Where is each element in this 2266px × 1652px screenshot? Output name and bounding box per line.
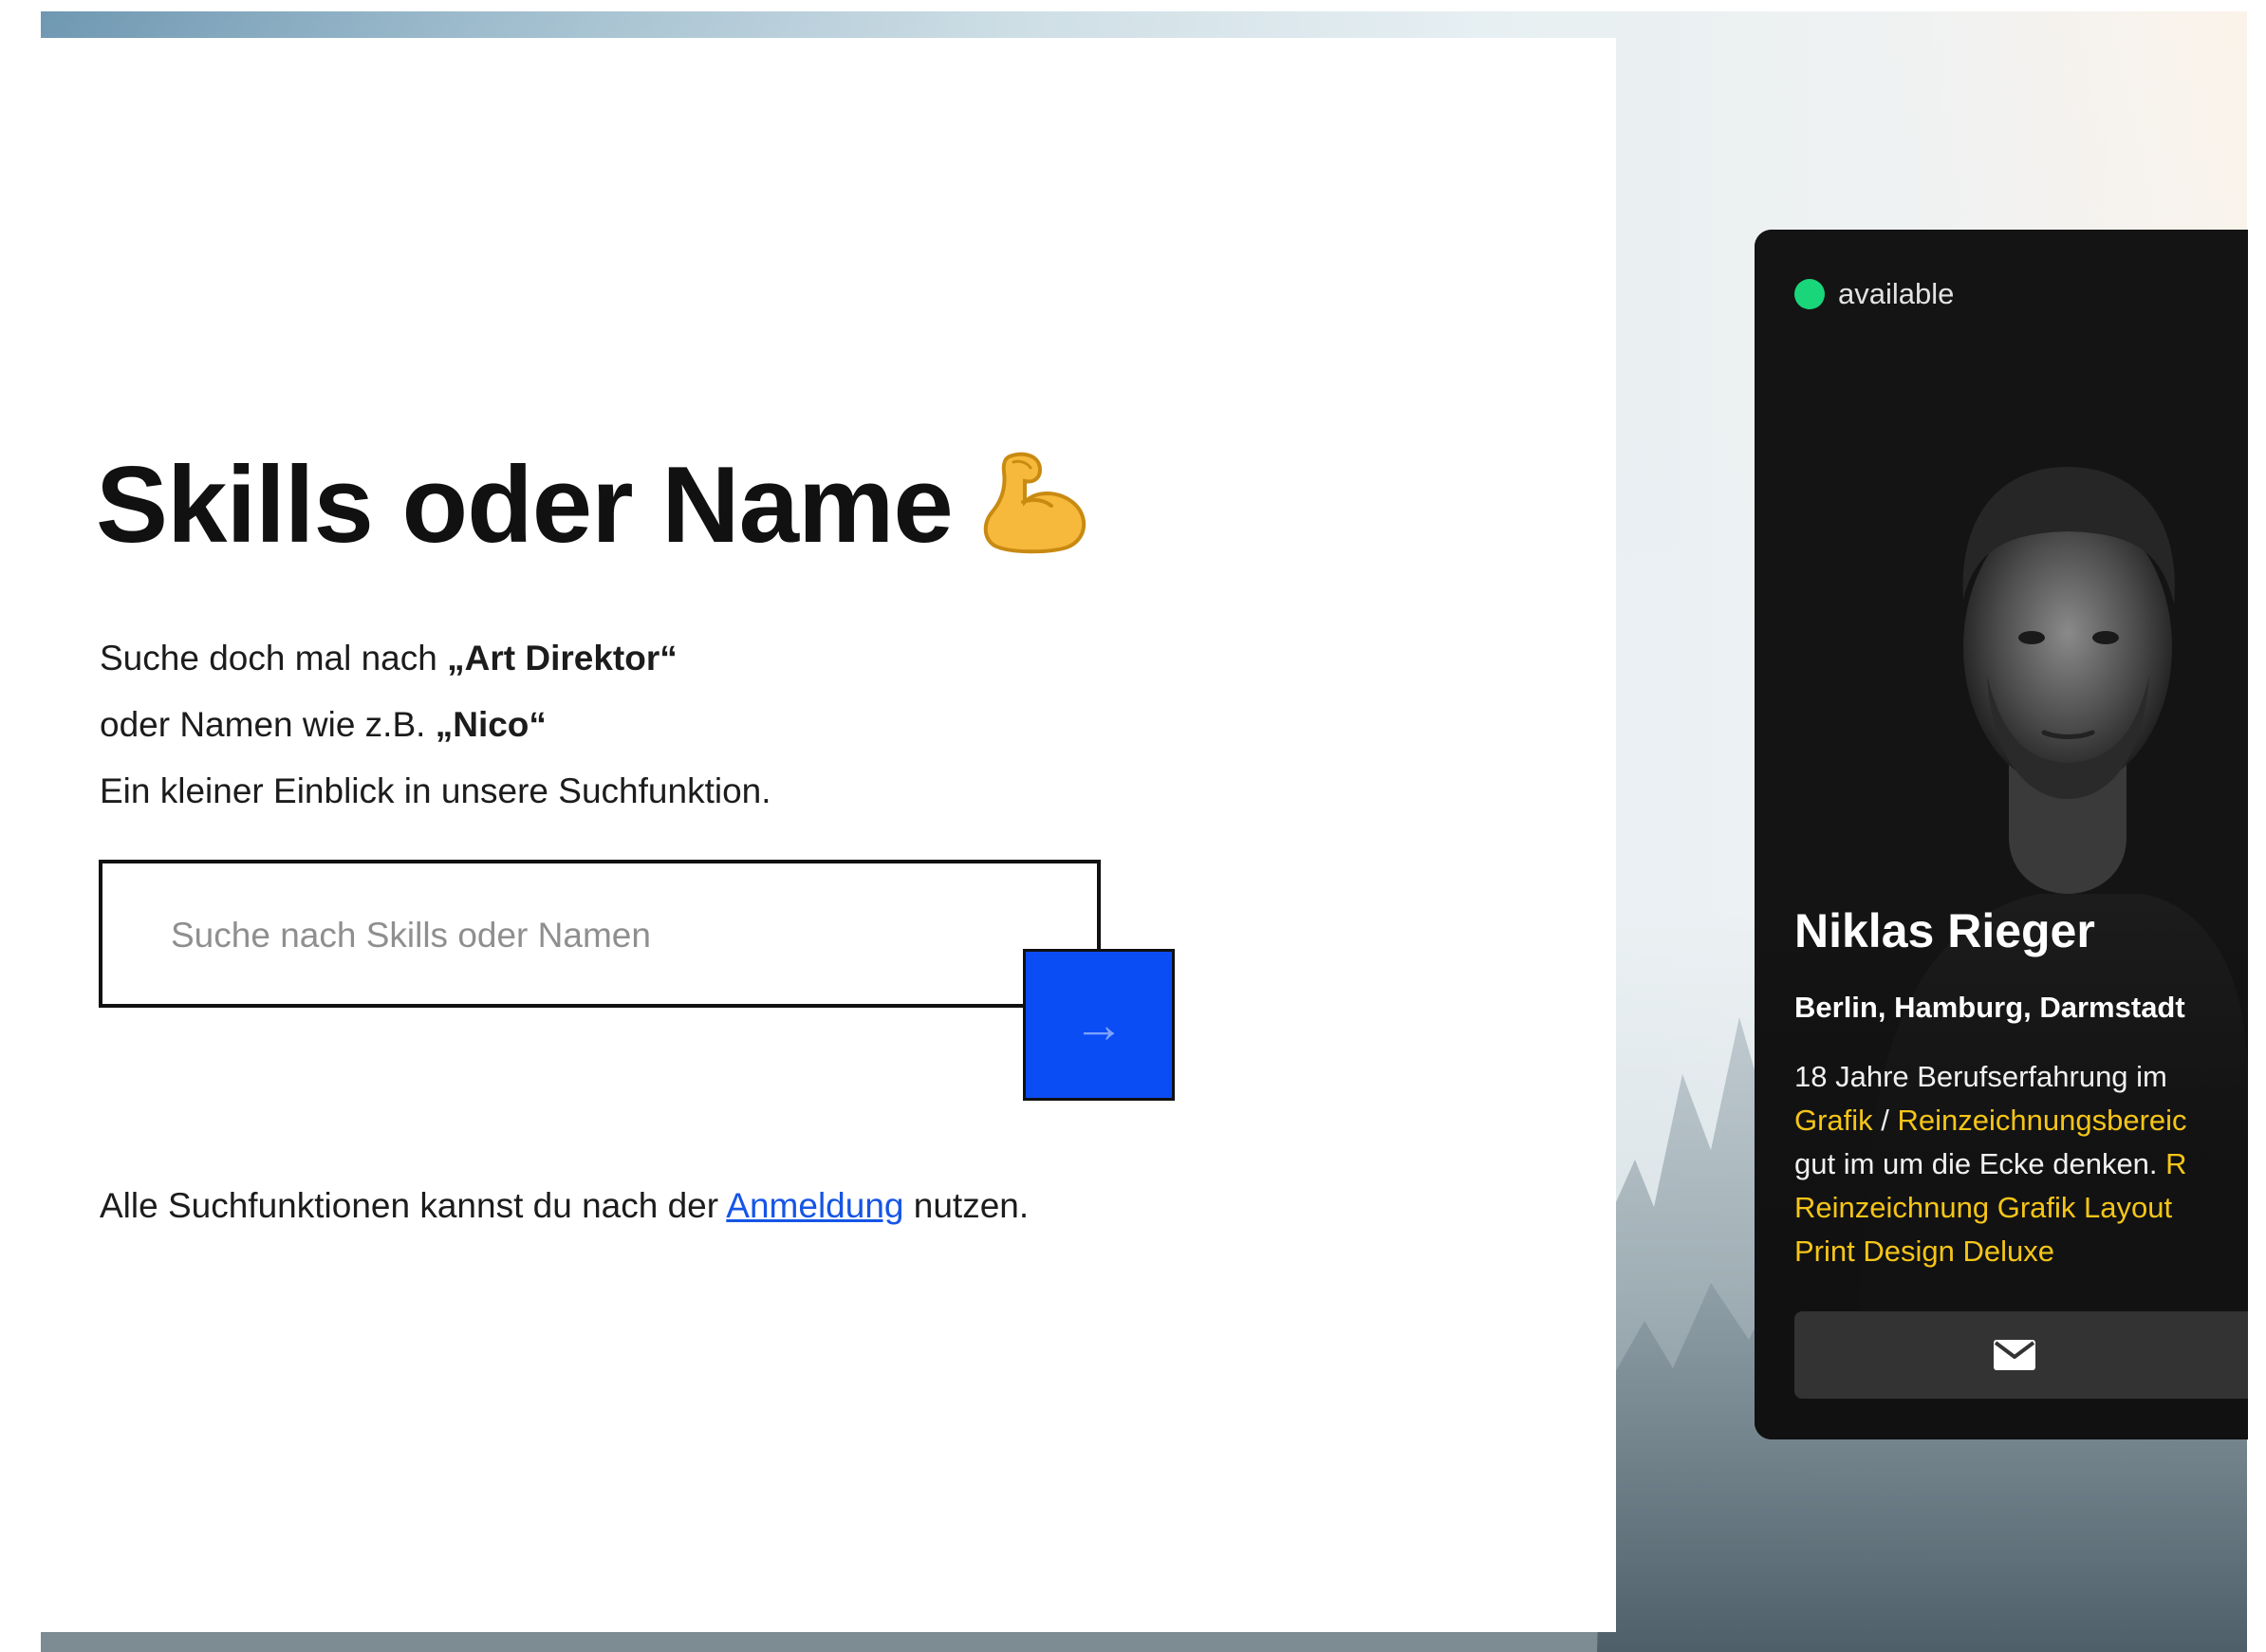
hint-line-3: Ein kleiner Einblick in unsere Suchfunkt… bbox=[100, 771, 771, 810]
login-notice: Alle Suchfunktionen kannst du nach der A… bbox=[100, 1186, 1029, 1226]
contact-mail-button[interactable] bbox=[1794, 1311, 2248, 1399]
skill-tag: R bbox=[2165, 1147, 2187, 1180]
hint-example-skill: „Art Direktor“ bbox=[447, 639, 678, 678]
description-text: gut im um die Ecke denken. bbox=[1794, 1147, 2166, 1180]
search-panel bbox=[41, 38, 1616, 1632]
hint-text: oder Namen wie z.B. bbox=[100, 705, 436, 744]
skill-tags: Reinzeichnung Grafik Layout bbox=[1794, 1191, 2173, 1224]
profile-locations: Berlin, Hamburg, Darmstadt bbox=[1794, 991, 2185, 1024]
flexed-biceps-icon bbox=[981, 449, 1093, 578]
page-title-text: Skills oder Name bbox=[96, 445, 954, 566]
status-dot-icon bbox=[1794, 279, 1825, 309]
tag-separator: / bbox=[1872, 1104, 1898, 1137]
description-line: gut im um die Ecke denken. R bbox=[1794, 1142, 2248, 1186]
login-notice-text: nutzen. bbox=[903, 1186, 1030, 1225]
hint-example-name: „Nico“ bbox=[435, 705, 547, 744]
search-submit-button[interactable]: → bbox=[1023, 949, 1175, 1101]
description-line: 18 Jahre Berufserfahrung im bbox=[1794, 1060, 2167, 1093]
skill-tag: Grafik bbox=[1794, 1104, 1873, 1137]
search-field-frame bbox=[99, 860, 1101, 1008]
login-link[interactable]: Anmeldung bbox=[726, 1186, 903, 1225]
profile-description: 18 Jahre Berufserfahrung im Grafik / Rei… bbox=[1794, 1055, 2248, 1273]
login-notice-text: Alle Suchfunktionen kannst du nach der bbox=[100, 1186, 727, 1225]
search-input[interactable] bbox=[169, 903, 1027, 968]
arrow-right-icon: → bbox=[1073, 996, 1124, 1053]
availability-status: available bbox=[1794, 277, 1954, 311]
hint-text: Suche doch mal nach bbox=[100, 639, 448, 678]
profile-card[interactable]: available Niklas Rieger Berlin, Hamburg,… bbox=[1755, 230, 2248, 1439]
profile-name: Niklas Rieger bbox=[1794, 904, 2095, 957]
status-label: available bbox=[1838, 277, 1955, 310]
description-line: Grafik / Reinzeichnungsbereic bbox=[1794, 1099, 2248, 1142]
page-title: Skills oder Name bbox=[96, 446, 1093, 578]
skill-tags: Print Design Deluxe bbox=[1794, 1234, 2054, 1268]
envelope-icon bbox=[1994, 1340, 2035, 1370]
hint-line-1: Suche doch mal nach „Art Direktor“ bbox=[100, 638, 678, 679]
hint-line-2: oder Namen wie z.B. „Nico“ bbox=[100, 704, 547, 746]
skill-tag: Reinzeichnungsbereic bbox=[1897, 1104, 2187, 1137]
